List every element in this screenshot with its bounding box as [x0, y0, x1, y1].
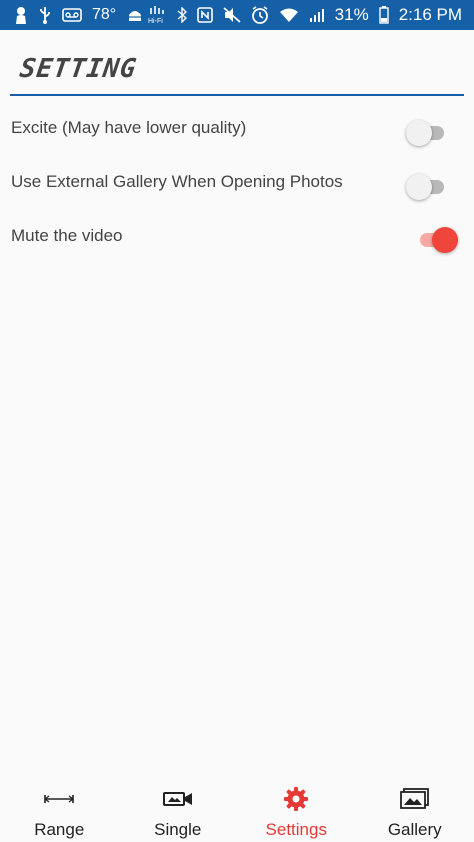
- nav-item-gallery[interactable]: Gallery: [356, 778, 474, 842]
- nav-label-gallery: Gallery: [387, 820, 442, 839]
- person-icon: [14, 6, 28, 24]
- setting-label-mute-video: Mute the video: [11, 226, 123, 245]
- nav-item-range[interactable]: Range: [0, 778, 119, 842]
- gallery-icon: [399, 786, 430, 812]
- status-bar-right: Hi-Fi 31% 2:16 PM: [147, 5, 462, 25]
- nav-item-single[interactable]: Single: [119, 778, 238, 842]
- video-frame-icon: [162, 786, 193, 812]
- toggle-thumb: [406, 174, 432, 200]
- setting-row-external-gallery: Use External Gallery When Opening Photos: [0, 164, 474, 204]
- external-gallery-toggle[interactable]: [406, 174, 450, 200]
- signal-icon: [309, 7, 325, 23]
- nfc-icon: [196, 7, 213, 23]
- mute-icon: [223, 7, 241, 23]
- status-bar-left: 78°: [14, 6, 144, 24]
- nav-label-settings: Settings: [265, 820, 327, 839]
- setting-row-mute-video: Mute the video: [0, 218, 474, 258]
- voicemail-icon: [62, 8, 82, 22]
- alarm-icon: [251, 6, 269, 24]
- gear-icon: [283, 786, 309, 812]
- battery-percent: 31%: [334, 5, 369, 24]
- excite-toggle[interactable]: [406, 120, 450, 146]
- clock: 2:16 PM: [398, 5, 462, 24]
- svg-text:Hi-Fi: Hi-Fi: [148, 18, 163, 24]
- usb-icon: [38, 6, 52, 24]
- bluetooth-icon: [177, 7, 187, 23]
- mute-video-toggle[interactable]: [414, 227, 458, 253]
- setting-row-excite: Excite (May have lower quality): [0, 110, 474, 150]
- page-title: SETTING: [17, 54, 139, 84]
- nav-label-range: Range: [34, 820, 85, 839]
- nav-item-settings[interactable]: Settings: [237, 778, 356, 842]
- toggle-thumb: [406, 120, 432, 146]
- nav-label-single: Single: [154, 820, 202, 839]
- temperature-text: 78°: [92, 6, 117, 23]
- battery-icon: [378, 6, 389, 24]
- wifi-icon: [279, 7, 299, 23]
- setting-label-excite: Excite (May have lower quality): [11, 118, 247, 137]
- android-debug-icon: [126, 7, 144, 23]
- bottom-navigation: Range Single Settings Gallery: [0, 778, 474, 842]
- range-icon: [43, 786, 75, 812]
- header: SETTING: [10, 44, 464, 96]
- status-bar: 78° Hi-Fi 31% 2:16 PM: [0, 0, 474, 30]
- setting-label-external-gallery: Use External Gallery When Opening Photos: [11, 172, 343, 191]
- hd-wifi-icon: Hi-Fi: [147, 6, 167, 24]
- toggle-thumb: [432, 227, 458, 253]
